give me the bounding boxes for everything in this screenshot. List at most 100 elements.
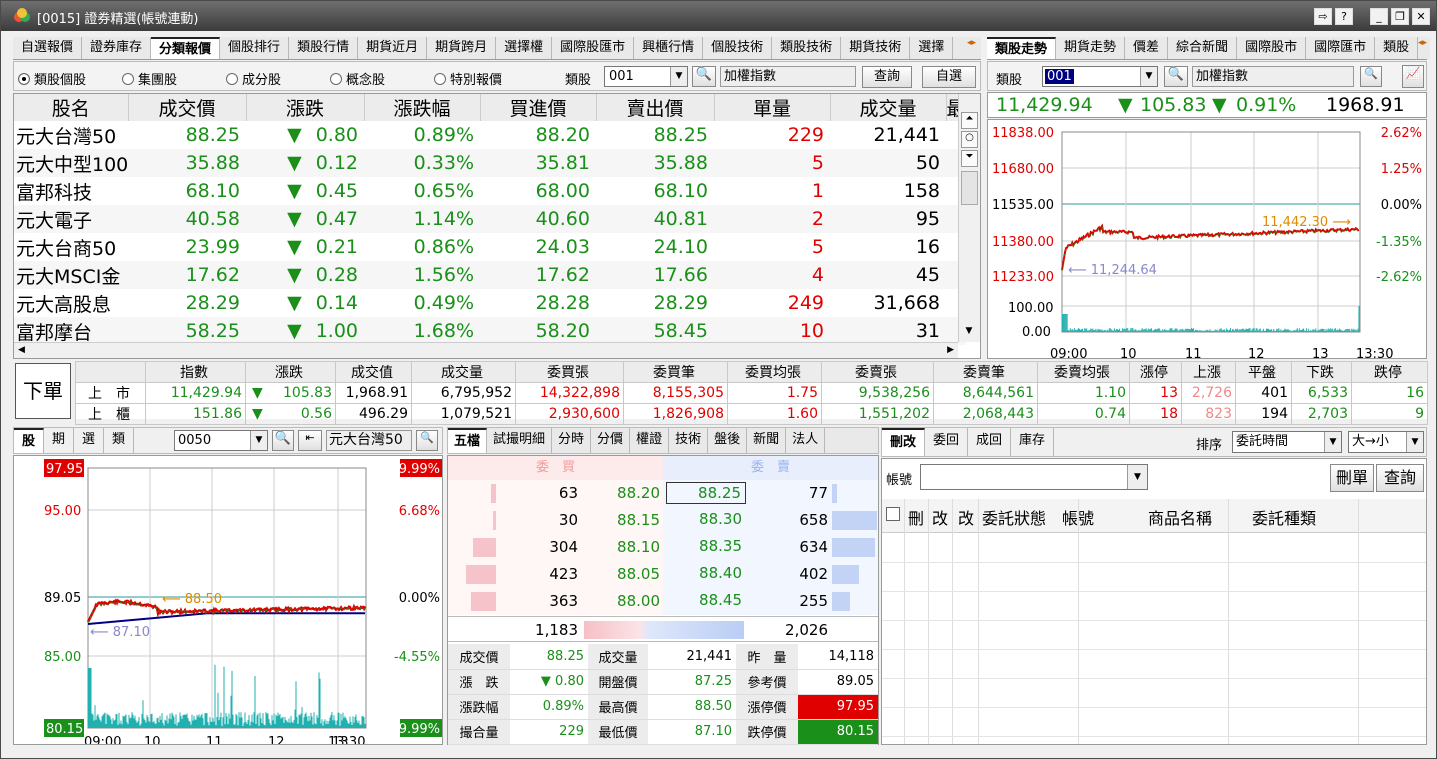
- table-row[interactable]: 元大台灣50 88.25 ▼ 0.80 0.89% 88.20 88.25 229 21,441: [14, 121, 966, 149]
- chart-type-icon[interactable]: 📈: [1402, 65, 1424, 88]
- stock-tab-2[interactable]: 選: [74, 428, 105, 453]
- radio-1[interactable]: 集團股: [122, 69, 177, 88]
- table-row[interactable]: 富邦科技 68.10 ▼ 0.45 0.65% 68.00 68.10 1 158: [14, 177, 966, 205]
- order-col-5[interactable]: 商品名稱: [1148, 505, 1212, 529]
- col-header-4[interactable]: 買進價: [480, 94, 597, 121]
- minimize-icon[interactable]: _: [1370, 8, 1388, 25]
- link-icon[interactable]: ⇨: [1314, 8, 1332, 25]
- col-header-0[interactable]: 股名: [14, 94, 129, 121]
- radio-2[interactable]: 成分股: [226, 69, 281, 88]
- tab-3[interactable]: 個股排行: [220, 37, 290, 59]
- col-header-6[interactable]: 單量: [714, 94, 831, 121]
- scroll-bottom-icon[interactable]: ⏷: [961, 150, 978, 167]
- right-tab-4[interactable]: 國際股市: [1237, 37, 1307, 59]
- stock-tab-1[interactable]: 期: [44, 428, 75, 453]
- col-header-1[interactable]: 成交價: [128, 94, 247, 121]
- tab-2[interactable]: 分類報價: [151, 37, 221, 59]
- order-col-1[interactable]: 改: [932, 505, 948, 529]
- orderbook-tab-7[interactable]: 新聞: [747, 428, 787, 453]
- tab-10[interactable]: 個股技術: [703, 37, 773, 59]
- index-code-select[interactable]: 001 ▼: [1042, 66, 1158, 87]
- stock-tab-3[interactable]: 類: [104, 428, 135, 453]
- tab-8[interactable]: 國際股匯市: [552, 37, 635, 59]
- orderbook-tab-4[interactable]: 權證: [630, 428, 670, 453]
- account-select[interactable]: ▼: [920, 464, 1148, 490]
- scroll-down-icon[interactable]: ▼: [961, 326, 977, 342]
- tab-13[interactable]: 選擇: [910, 37, 954, 59]
- right-tab-3[interactable]: 綜合新聞: [1168, 37, 1238, 59]
- orderbook-tab-3[interactable]: 分價: [591, 428, 631, 453]
- scroll-left-icon[interactable]: ◀: [18, 345, 25, 355]
- right-tab-1[interactable]: 期貨走勢: [1056, 37, 1126, 59]
- table-row[interactable]: 元大高股息 28.29 ▼ 0.14 0.49% 28.28 28.29 249 31,668: [14, 289, 966, 317]
- scroll-thumb[interactable]: [961, 171, 978, 205]
- radio-0[interactable]: 類股個股: [18, 69, 86, 88]
- right-tab-6[interactable]: 類股: [1375, 37, 1419, 59]
- right-tab-0[interactable]: 類股走勢: [987, 37, 1057, 59]
- col-header-2[interactable]: 漲跌: [246, 94, 365, 121]
- order-query-button[interactable]: 查詢: [1376, 464, 1424, 492]
- stock-search-icon[interactable]: 🔍: [272, 430, 294, 451]
- table-row[interactable]: 元大電子 40.58 ▼ 0.47 1.14% 40.60 40.81 2 95: [14, 205, 966, 233]
- scroll-top-icon[interactable]: ⏶: [961, 112, 978, 129]
- col-header-3[interactable]: 漲跌幅: [364, 94, 481, 121]
- delete-order-button[interactable]: 刪單: [1330, 464, 1374, 492]
- tab-9[interactable]: 興櫃行情: [634, 37, 704, 59]
- order-tab-0[interactable]: 刪改: [882, 428, 926, 456]
- orderbook-row[interactable]: 423 88.05 88.40 402: [448, 561, 878, 588]
- index-search-icon[interactable]: 🔍: [1164, 66, 1188, 87]
- search-icon[interactable]: 🔍: [692, 66, 716, 87]
- order-button[interactable]: 下單: [15, 363, 71, 419]
- close-icon[interactable]: ✕: [1412, 8, 1430, 25]
- orderbook-tab-2[interactable]: 分時: [552, 428, 592, 453]
- tab-6[interactable]: 期貨跨月: [427, 37, 497, 59]
- scroll-right-icon[interactable]: ▶: [947, 345, 954, 355]
- tab-11[interactable]: 類股技術: [772, 37, 842, 59]
- self-select-button[interactable]: 自選: [922, 66, 976, 88]
- link-stock-icon[interactable]: ⇤: [298, 430, 322, 451]
- restore-icon[interactable]: ❐: [1391, 8, 1409, 25]
- orderbook-row[interactable]: 63 88.20 88.25 77: [448, 480, 878, 507]
- stock-zoom-icon[interactable]: 🔍: [416, 430, 438, 451]
- order-tab-1[interactable]: 委回: [925, 428, 969, 456]
- sort-select[interactable]: 委託時間 ▼: [1232, 431, 1342, 453]
- tab-0[interactable]: 自選報價: [13, 37, 83, 59]
- order-col-2[interactable]: 改: [958, 505, 974, 529]
- scroll-center-icon[interactable]: ○: [961, 131, 978, 148]
- order-col-3[interactable]: 委託狀態: [982, 505, 1046, 529]
- type-code-select[interactable]: 001 ▼: [604, 66, 688, 87]
- table-row[interactable]: 元大台商50 23.99 ▼ 0.21 0.86% 24.03 24.10 5 16: [14, 233, 966, 261]
- select-all-checkbox[interactable]: [886, 507, 900, 521]
- order-tab-3[interactable]: 庫存: [1011, 428, 1055, 456]
- table-row[interactable]: 元大MSCI金 17.62 ▼ 0.28 1.56% 17.62 17.66 4 45: [14, 261, 966, 289]
- order-col-6[interactable]: 委託種類: [1252, 505, 1316, 529]
- horizontal-scrollbar[interactable]: ◀ ▶: [14, 342, 958, 358]
- radio-4[interactable]: 特別報價: [434, 69, 502, 88]
- tab-4[interactable]: 類股行情: [289, 37, 359, 59]
- zoom-icon[interactable]: 🔍: [1360, 66, 1382, 87]
- tab-5[interactable]: 期貨近月: [358, 37, 428, 59]
- orderbook-tab-8[interactable]: 法人: [786, 428, 826, 453]
- orderbook-tab-6[interactable]: 盤後: [708, 428, 748, 453]
- stock-tab-0[interactable]: 股: [14, 428, 45, 453]
- order-col-0[interactable]: 刪: [908, 505, 924, 529]
- help-icon[interactable]: ?: [1335, 8, 1353, 25]
- tab-scroll-arrows[interactable]: ◂▸: [967, 38, 981, 59]
- table-row[interactable]: 富邦摩台 58.25 ▼ 1.00 1.68% 58.20 58.45 10 31: [14, 317, 966, 345]
- order-tab-2[interactable]: 成回: [968, 428, 1012, 456]
- orderbook-row[interactable]: 363 88.00 88.45 255: [448, 588, 878, 615]
- tab-7[interactable]: 選擇權: [496, 37, 553, 59]
- orderbook-tab-5[interactable]: 技術: [669, 428, 709, 453]
- radio-3[interactable]: 概念股: [330, 69, 385, 88]
- right-tab-5[interactable]: 國際匯市: [1306, 37, 1376, 59]
- orderbook-tab-0[interactable]: 五檔: [448, 428, 488, 453]
- order-direction-select[interactable]: 大→小 ▼: [1348, 431, 1424, 453]
- vertical-scrollbar[interactable]: ⏶ ○ ⏷ ▼: [958, 94, 980, 342]
- orderbook-tab-1[interactable]: 試撮明細: [487, 428, 553, 453]
- query-button[interactable]: 查詢: [862, 66, 912, 88]
- tab-1[interactable]: 證券庫存: [82, 37, 152, 59]
- orderbook-row[interactable]: 30 88.15 88.30 658: [448, 507, 878, 534]
- col-header-5[interactable]: 賣出價: [596, 94, 715, 121]
- stock-code-select[interactable]: 0050 ▼: [174, 430, 268, 451]
- tab-12[interactable]: 期貨技術: [841, 37, 911, 59]
